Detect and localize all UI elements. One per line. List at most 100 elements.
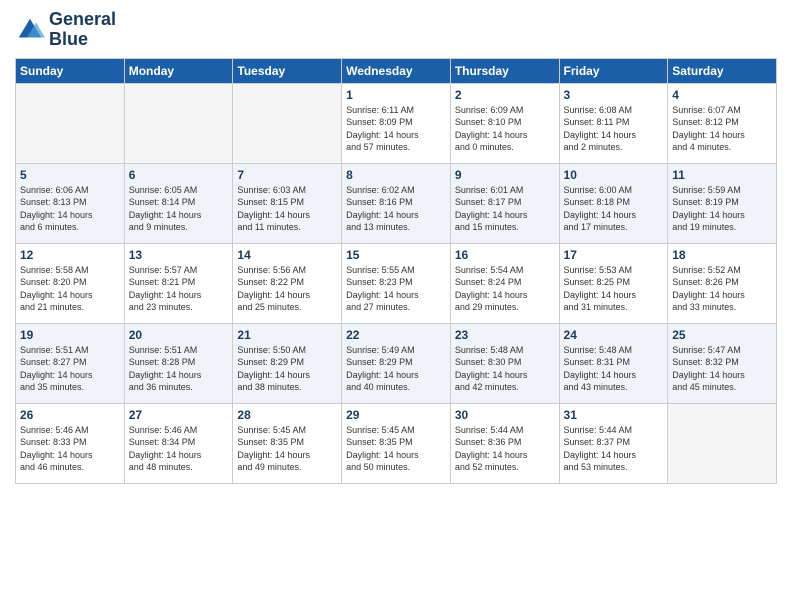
calendar-week-row: 1 Sunrise: 6:11 AM Sunset: 8:09 PM Daylig… — [16, 83, 777, 163]
calendar-day-cell: 16Sunrise: 5:54 AM Sunset: 8:24 PM Dayli… — [450, 243, 559, 323]
calendar-day-cell: 8 Sunrise: 6:02 AM Sunset: 8:16 PM Daylig… — [342, 163, 451, 243]
day-number: 21 — [237, 328, 337, 342]
day-number: 26 — [20, 408, 120, 422]
calendar-day-cell: 9Sunrise: 6:01 AM Sunset: 8:17 PM Daylig… — [450, 163, 559, 243]
calendar-day-cell: 22Sunrise: 5:49 AM Sunset: 8:29 PM Dayli… — [342, 323, 451, 403]
calendar-day-cell — [668, 403, 777, 483]
day-info: Sunrise: 6:01 AM Sunset: 8:17 PM Dayligh… — [455, 184, 555, 234]
calendar-week-row: 19 Sunrise: 5:51 AM Sunset: 8:27 PM Dayli… — [16, 323, 777, 403]
day-number: 25 — [672, 328, 772, 342]
day-info: Sunrise: 6:02 AM Sunset: 8:16 PM Dayligh… — [346, 184, 446, 234]
day-number: 30 — [455, 408, 555, 422]
day-number: 22 — [346, 328, 446, 342]
calendar-day-cell — [124, 83, 233, 163]
day-info: Sunrise: 6:06 AM Sunset: 8:13 PM Dayligh… — [20, 184, 120, 234]
calendar-day-cell: 30 Sunrise: 5:44 AM Sunset: 8:36 PM Dayli… — [450, 403, 559, 483]
day-number: 31 — [564, 408, 664, 422]
calendar-day-cell: 2 Sunrise: 6:09 AM Sunset: 8:10 PM Daylig… — [450, 83, 559, 163]
day-info: Sunrise: 5:44 AM Sunset: 8:36 PM Dayligh… — [455, 424, 555, 474]
calendar-day-cell: 29Sunrise: 5:45 AM Sunset: 8:35 PM Dayli… — [342, 403, 451, 483]
calendar-day-cell: 26Sunrise: 5:46 AM Sunset: 8:33 PM Dayli… — [16, 403, 125, 483]
calendar-day-cell: 14 Sunrise: 5:56 AM Sunset: 8:22 PM Dayli… — [233, 243, 342, 323]
day-info: Sunrise: 5:45 AM Sunset: 8:35 PM Dayligh… — [237, 424, 337, 474]
day-number: 23 — [455, 328, 555, 342]
calendar-table: SundayMondayTuesdayWednesdayThursdayFrid… — [15, 58, 777, 484]
calendar-day-cell: 11Sunrise: 5:59 AM Sunset: 8:19 PM Dayli… — [668, 163, 777, 243]
day-info: Sunrise: 6:11 AM Sunset: 8:09 PM Dayligh… — [346, 104, 446, 154]
day-number: 24 — [564, 328, 664, 342]
day-number: 12 — [20, 248, 120, 262]
day-info: Sunrise: 5:50 AM Sunset: 8:29 PM Dayligh… — [237, 344, 337, 394]
day-info: Sunrise: 5:48 AM Sunset: 8:30 PM Dayligh… — [455, 344, 555, 394]
logo-icon — [15, 15, 45, 45]
calendar-day-cell: 27 Sunrise: 5:46 AM Sunset: 8:34 PM Dayli… — [124, 403, 233, 483]
day-of-week-header: Saturday — [668, 58, 777, 83]
calendar-week-row: 5 Sunrise: 6:06 AM Sunset: 8:13 PM Daylig… — [16, 163, 777, 243]
day-info: Sunrise: 5:59 AM Sunset: 8:19 PM Dayligh… — [672, 184, 772, 234]
day-info: Sunrise: 6:03 AM Sunset: 8:15 PM Dayligh… — [237, 184, 337, 234]
day-info: Sunrise: 5:53 AM Sunset: 8:25 PM Dayligh… — [564, 264, 664, 314]
calendar-day-cell: 25 Sunrise: 5:47 AM Sunset: 8:32 PM Dayli… — [668, 323, 777, 403]
calendar-day-cell — [233, 83, 342, 163]
day-number: 17 — [564, 248, 664, 262]
day-info: Sunrise: 5:51 AM Sunset: 8:27 PM Dayligh… — [20, 344, 120, 394]
day-info: Sunrise: 6:09 AM Sunset: 8:10 PM Dayligh… — [455, 104, 555, 154]
day-info: Sunrise: 5:56 AM Sunset: 8:22 PM Dayligh… — [237, 264, 337, 314]
day-number: 5 — [20, 168, 120, 182]
calendar-day-cell — [16, 83, 125, 163]
day-of-week-header: Wednesday — [342, 58, 451, 83]
day-number: 6 — [129, 168, 229, 182]
day-number: 15 — [346, 248, 446, 262]
day-number: 1 — [346, 88, 446, 102]
calendar-day-cell: 17 Sunrise: 5:53 AM Sunset: 8:25 PM Dayli… — [559, 243, 668, 323]
day-info: Sunrise: 5:58 AM Sunset: 8:20 PM Dayligh… — [20, 264, 120, 314]
day-info: Sunrise: 5:46 AM Sunset: 8:34 PM Dayligh… — [129, 424, 229, 474]
calendar-week-row: 26Sunrise: 5:46 AM Sunset: 8:33 PM Dayli… — [16, 403, 777, 483]
page-header: General Blue — [15, 10, 777, 50]
day-number: 27 — [129, 408, 229, 422]
day-info: Sunrise: 6:00 AM Sunset: 8:18 PM Dayligh… — [564, 184, 664, 234]
day-info: Sunrise: 5:57 AM Sunset: 8:21 PM Dayligh… — [129, 264, 229, 314]
day-info: Sunrise: 6:05 AM Sunset: 8:14 PM Dayligh… — [129, 184, 229, 234]
calendar-week-row: 12 Sunrise: 5:58 AM Sunset: 8:20 PM Dayli… — [16, 243, 777, 323]
day-number: 20 — [129, 328, 229, 342]
day-info: Sunrise: 6:08 AM Sunset: 8:11 PM Dayligh… — [564, 104, 664, 154]
day-of-week-header: Friday — [559, 58, 668, 83]
calendar-day-cell: 23 Sunrise: 5:48 AM Sunset: 8:30 PM Dayli… — [450, 323, 559, 403]
logo: General Blue — [15, 10, 116, 50]
calendar-day-cell: 24 Sunrise: 5:48 AM Sunset: 8:31 PM Dayli… — [559, 323, 668, 403]
calendar-day-cell: 12 Sunrise: 5:58 AM Sunset: 8:20 PM Dayli… — [16, 243, 125, 323]
day-info: Sunrise: 6:07 AM Sunset: 8:12 PM Dayligh… — [672, 104, 772, 154]
calendar-day-cell: 15 Sunrise: 5:55 AM Sunset: 8:23 PM Dayli… — [342, 243, 451, 323]
calendar-day-cell: 21 Sunrise: 5:50 AM Sunset: 8:29 PM Dayli… — [233, 323, 342, 403]
day-number: 18 — [672, 248, 772, 262]
day-info: Sunrise: 5:52 AM Sunset: 8:26 PM Dayligh… — [672, 264, 772, 314]
calendar-day-cell: 31 Sunrise: 5:44 AM Sunset: 8:37 PM Dayli… — [559, 403, 668, 483]
day-info: Sunrise: 5:51 AM Sunset: 8:28 PM Dayligh… — [129, 344, 229, 394]
day-number: 4 — [672, 88, 772, 102]
day-of-week-header: Tuesday — [233, 58, 342, 83]
logo-text: General Blue — [49, 10, 116, 50]
calendar-day-cell: 10 Sunrise: 6:00 AM Sunset: 8:18 PM Dayli… — [559, 163, 668, 243]
day-number: 19 — [20, 328, 120, 342]
day-of-week-header: Monday — [124, 58, 233, 83]
day-number: 7 — [237, 168, 337, 182]
day-info: Sunrise: 5:48 AM Sunset: 8:31 PM Dayligh… — [564, 344, 664, 394]
day-number: 14 — [237, 248, 337, 262]
calendar-day-cell: 20 Sunrise: 5:51 AM Sunset: 8:28 PM Dayli… — [124, 323, 233, 403]
calendar-day-cell: 28Sunrise: 5:45 AM Sunset: 8:35 PM Dayli… — [233, 403, 342, 483]
day-number: 2 — [455, 88, 555, 102]
day-info: Sunrise: 5:44 AM Sunset: 8:37 PM Dayligh… — [564, 424, 664, 474]
day-info: Sunrise: 5:55 AM Sunset: 8:23 PM Dayligh… — [346, 264, 446, 314]
day-info: Sunrise: 5:47 AM Sunset: 8:32 PM Dayligh… — [672, 344, 772, 394]
calendar-day-cell: 1 Sunrise: 6:11 AM Sunset: 8:09 PM Daylig… — [342, 83, 451, 163]
calendar-day-cell: 19 Sunrise: 5:51 AM Sunset: 8:27 PM Dayli… — [16, 323, 125, 403]
calendar-day-cell: 7 Sunrise: 6:03 AM Sunset: 8:15 PM Daylig… — [233, 163, 342, 243]
day-number: 16 — [455, 248, 555, 262]
calendar-day-cell: 5 Sunrise: 6:06 AM Sunset: 8:13 PM Daylig… — [16, 163, 125, 243]
calendar-day-cell: 13 Sunrise: 5:57 AM Sunset: 8:21 PM Dayli… — [124, 243, 233, 323]
day-number: 3 — [564, 88, 664, 102]
day-number: 13 — [129, 248, 229, 262]
day-number: 8 — [346, 168, 446, 182]
day-number: 10 — [564, 168, 664, 182]
